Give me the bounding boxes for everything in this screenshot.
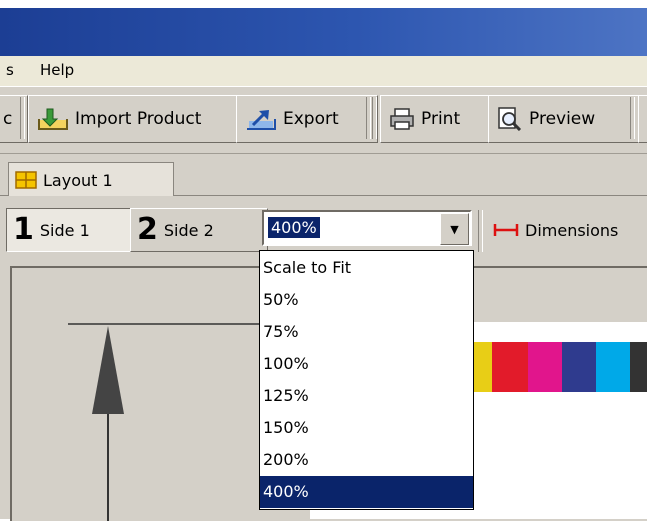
side-2-button[interactable]: 2 Side 2 bbox=[130, 208, 268, 252]
tab-layout-1-label: Layout 1 bbox=[43, 170, 113, 190]
zoom-option[interactable]: 200% bbox=[260, 444, 473, 476]
zoom-option[interactable]: 150% bbox=[260, 412, 473, 444]
toolbar-separator bbox=[630, 97, 635, 139]
preview-magnifier-icon bbox=[498, 107, 522, 131]
toolbar-separator bbox=[478, 210, 483, 252]
zoom-option[interactable]: 75% bbox=[260, 316, 473, 348]
zoom-dropdown-button[interactable]: ▼ bbox=[440, 213, 469, 245]
title-bar-gradient bbox=[0, 8, 647, 56]
chevron-down-icon: ▼ bbox=[450, 222, 459, 236]
export-button[interactable]: Export bbox=[236, 95, 378, 143]
preview-button[interactable]: Preview bbox=[488, 95, 642, 143]
color-swatch bbox=[630, 342, 647, 392]
side-2-label: Side 2 bbox=[163, 220, 214, 240]
layout-grid-icon bbox=[15, 171, 37, 189]
partial-toolbar-label: c bbox=[3, 109, 13, 129]
preview-label: Preview bbox=[529, 109, 596, 129]
dimensions-icon bbox=[493, 224, 519, 236]
side-1-number: 1 bbox=[13, 212, 34, 247]
toolbar-separator bbox=[372, 97, 377, 139]
export-icon bbox=[247, 110, 276, 130]
partial-toolbar-button-right[interactable] bbox=[638, 95, 647, 143]
layout-tabs-row: Layout 1 bbox=[0, 154, 647, 197]
print-button[interactable]: Print bbox=[380, 95, 502, 143]
zoom-option[interactable]: 400% bbox=[260, 476, 473, 508]
color-swatch bbox=[562, 342, 596, 392]
color-swatch bbox=[528, 342, 562, 392]
title-bar-top-edge bbox=[0, 0, 647, 8]
import-product-button[interactable]: Import Product bbox=[28, 95, 250, 143]
color-swatch bbox=[492, 342, 528, 392]
printer-icon bbox=[390, 108, 414, 130]
menu-item-help[interactable]: Help bbox=[40, 61, 74, 79]
menu-bar: s Help bbox=[0, 56, 647, 86]
dimensions-button[interactable]: Dimensions bbox=[486, 208, 647, 252]
zoom-option[interactable]: 50% bbox=[260, 284, 473, 316]
toolbar-separator bbox=[366, 97, 371, 139]
export-label: Export bbox=[283, 109, 339, 129]
dimensions-label: Dimensions bbox=[525, 220, 619, 240]
zoom-dropdown-list[interactable]: Scale to Fit 50% 75% 100% 125% 150% 200% 400% bbox=[259, 250, 474, 510]
zoom-combobox[interactable]: 400% ▼ bbox=[262, 210, 472, 246]
toolbar-separator bbox=[20, 97, 25, 139]
zoom-option[interactable]: Scale to Fit bbox=[260, 252, 473, 284]
print-label: Print bbox=[421, 109, 461, 129]
side-2-number: 2 bbox=[137, 212, 158, 247]
import-product-label: Import Product bbox=[75, 109, 202, 129]
zoom-value[interactable]: 400% bbox=[268, 217, 320, 238]
import-product-icon bbox=[38, 108, 68, 130]
color-swatch bbox=[596, 342, 630, 392]
zoom-option[interactable]: 100% bbox=[260, 348, 473, 380]
side-1-button[interactable]: 1 Side 1 bbox=[6, 208, 142, 252]
tab-layout-1[interactable]: Layout 1 bbox=[8, 162, 174, 197]
window-title-bar[interactable] bbox=[0, 0, 647, 56]
main-toolbar: c Import Product Export Print Preview bbox=[0, 86, 647, 154]
zoom-option[interactable]: 125% bbox=[260, 380, 473, 412]
menu-item-partial[interactable]: s bbox=[6, 61, 14, 79]
side-1-label: Side 1 bbox=[39, 220, 90, 240]
